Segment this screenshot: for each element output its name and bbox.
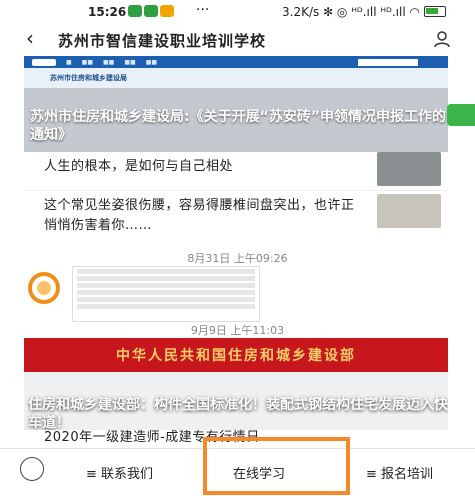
card1-headline: 苏州市住房和城乡建设局:《关于开展“苏安砖”申领情况申报工作的通知》: [30, 109, 446, 143]
site-banner: 苏州市住房和城乡建设局: [24, 68, 448, 88]
ministry-banner: 中华人民共和国住房和城乡建设部: [24, 338, 448, 372]
more-dots: ···: [196, 2, 210, 18]
site-search: [358, 58, 418, 66]
tab-contact[interactable]: ≡ 联系我们: [86, 449, 153, 496]
site-logo: [32, 58, 56, 66]
article-2-thumbnail[interactable]: [377, 194, 441, 228]
timestamp-2: 9月9日 上午11:03: [190, 324, 285, 337]
timestamp-1: 8月31日 上午09:26: [187, 252, 288, 265]
person-icon[interactable]: [433, 30, 451, 48]
divider: [24, 190, 448, 191]
news-card-2[interactable]: 中华人民共和国住房和城乡建设部 住房和城乡建设部：构件全国标准化！装配式钢结构住…: [24, 338, 448, 430]
chat-icon: [144, 5, 158, 17]
document-preview[interactable]: [72, 266, 260, 322]
wechat-icon: [128, 5, 142, 17]
article-1-title[interactable]: 人生的根本，是如何与自己相处: [44, 157, 233, 177]
school-avatar[interactable]: [24, 269, 64, 307]
keyboard-icon[interactable]: [20, 457, 44, 481]
highlight-box: [203, 437, 350, 495]
network-status: 3.2K/s ✻ ◎ ᴴᴰ.ıll ᴴᴰ.ıll ◠: [282, 5, 420, 19]
status-bar: 15:26 ··· 3.2K/s ✻ ◎ ᴴᴰ.ıll ᴴᴰ.ıll ◠: [0, 0, 475, 24]
tab-register[interactable]: ≡ 报名培训: [366, 449, 433, 496]
site-topbar: ■ ■■ ■■ ■■ ■■: [24, 56, 448, 68]
floating-tag-icon[interactable]: [447, 104, 475, 126]
status-time: 15:26: [88, 5, 127, 19]
app-icon: [160, 5, 174, 17]
article-2-title[interactable]: 这个常见坐姿很伤腰，容易得腰椎间盘突出，也许正悄悄伤害着你……: [44, 196, 364, 236]
battery-icon: [424, 6, 446, 17]
page-title: 苏州市智信建设职业培训学校: [58, 32, 267, 50]
article-1-thumbnail[interactable]: [377, 152, 441, 186]
notification-icons: [128, 5, 174, 17]
card2-headline: 住房和城乡建设部：构件全国标准化！装配式钢结构住宅发展迈入快车道！: [28, 397, 448, 430]
app-header: ‹ 苏州市智信建设职业培训学校: [0, 24, 475, 56]
news-card-1[interactable]: ■ ■■ ■■ ■■ ■■ 苏州市住房和城乡建设局 苏州市住房和城乡建设局:《关于开展“…: [24, 56, 448, 152]
back-arrow-icon[interactable]: ‹: [26, 26, 34, 50]
